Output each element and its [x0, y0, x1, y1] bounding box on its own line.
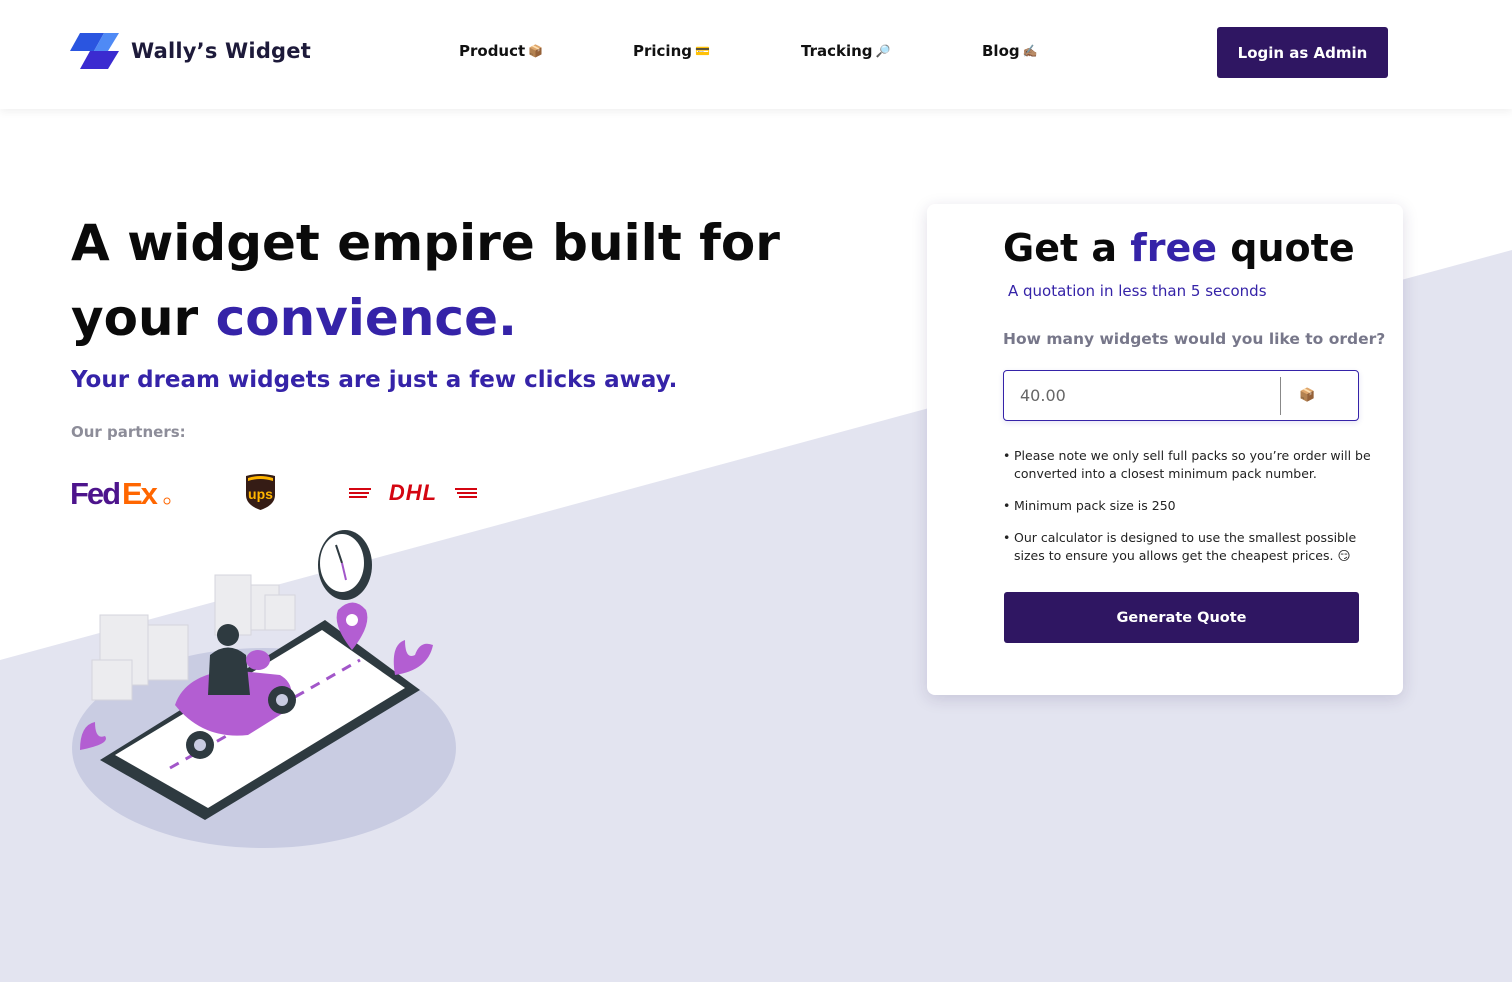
nav-pricing[interactable]: Pricing 💳 — [633, 42, 710, 60]
svg-text:DHL: DHL — [389, 480, 437, 504]
package-icon: 📦 — [528, 44, 544, 58]
quantity-field: 📦 — [1003, 370, 1359, 421]
quantity-divider — [1280, 376, 1281, 415]
quantity-input[interactable] — [1004, 371, 1280, 420]
logo-icon — [70, 33, 119, 69]
delivery-illustration — [72, 530, 456, 848]
hero-title-line1: A widget empire built for — [71, 214, 780, 272]
quote-title-suffix: quote — [1217, 226, 1355, 270]
svg-text:ups: ups — [248, 486, 273, 502]
hero-title: A widget empire built for your convience… — [71, 206, 851, 356]
nav-tracking[interactable]: Tracking 🔎 — [801, 42, 890, 60]
svg-text:Fed: Fed — [70, 476, 119, 508]
credit-card-icon: 💳 — [694, 44, 710, 58]
svg-text:Ex: Ex — [122, 476, 159, 508]
magnifier-icon: 🔎 — [875, 44, 891, 58]
quantity-question: How many widgets would you like to order… — [1003, 330, 1386, 348]
quote-title: Get a free quote — [1003, 226, 1355, 270]
nav-pricing-label: Pricing — [633, 42, 692, 60]
package-icon: 📦 — [1299, 388, 1316, 403]
logo[interactable]: Wally’s Widget — [70, 33, 311, 69]
quote-subtitle: A quotation in less than 5 seconds — [1008, 282, 1267, 300]
note-item: Minimum pack size is 250 — [1003, 497, 1383, 515]
hero-title-line2-prefix: your — [71, 289, 216, 347]
login-as-admin-button[interactable]: Login as Admin — [1217, 27, 1388, 78]
note-item: Please note we only sell full packs so y… — [1003, 447, 1383, 483]
dhl-logo: DHL — [349, 480, 477, 504]
quote-title-prefix: Get a — [1003, 226, 1131, 270]
writing-hand-icon: ✍🏽 — [1022, 44, 1038, 58]
logo-text: Wally’s Widget — [131, 39, 311, 63]
nav-product-label: Product — [459, 42, 526, 60]
hero-title-accent: convience. — [215, 289, 517, 347]
generate-quote-button[interactable]: Generate Quote — [1004, 592, 1359, 643]
nav-tracking-label: Tracking — [801, 42, 873, 60]
quote-title-accent: free — [1130, 226, 1218, 270]
fedex-logo: Fed Ex — [70, 476, 171, 508]
ups-logo: ups — [246, 474, 275, 510]
quote-card: Get a free quote A quotation in less tha… — [927, 204, 1403, 695]
note-item: Our calculator is designed to use the sm… — [1003, 529, 1383, 565]
nav-product[interactable]: Product 📦 — [459, 42, 543, 60]
page: Wally’s Widget Product 📦 Pricing 💳 Track… — [0, 0, 1512, 982]
hero-title-line2: your convience. — [71, 281, 851, 356]
nav-blog[interactable]: Blog ✍🏽 — [982, 42, 1038, 60]
top-navbar: Wally’s Widget Product 📦 Pricing 💳 Track… — [0, 0, 1512, 109]
quote-notes: Please note we only sell full packs so y… — [1003, 447, 1383, 579]
hero-subtitle: Your dream widgets are just a few clicks… — [71, 367, 678, 393]
partners-label: Our partners: — [71, 423, 186, 441]
nav-blog-label: Blog — [982, 42, 1020, 60]
